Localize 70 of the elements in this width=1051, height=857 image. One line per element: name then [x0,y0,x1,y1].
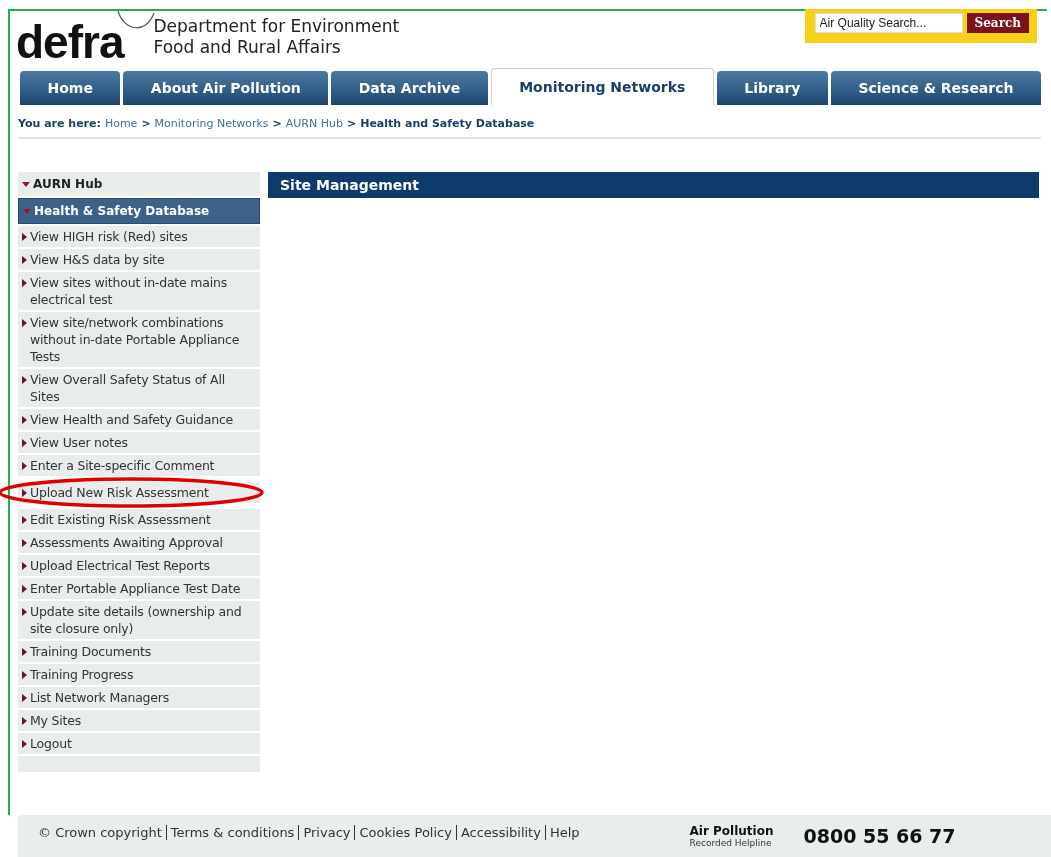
search-field[interactable]: Air Quality Search... [814,13,963,33]
sidebar-link[interactable]: Assessments Awaiting Approval [18,532,260,553]
caret-icon [22,585,27,593]
caret-icon [22,319,27,327]
caret-icon [22,608,27,616]
caret-icon [22,416,27,424]
sidebar-link[interactable]: My Sites [18,710,260,731]
nav-tab[interactable]: Home [20,71,121,105]
breadcrumb-separator: > [346,117,357,130]
sidebar-link[interactable]: List Network Managers [18,687,260,708]
footer-link[interactable]: Privacy [298,824,355,840]
sidebar-link[interactable]: View HIGH risk (Red) sites [18,226,260,247]
sidebar-link[interactable]: View sites without in-date mains electrical test [18,272,260,310]
sidebar-link[interactable]: Enter Portable Appliance Test Date [18,578,260,599]
breadcrumb-separator: > [141,117,151,130]
footer-link[interactable]: Terms & conditions [165,824,299,840]
footer-link[interactable]: Help [544,824,584,840]
sidebar-link[interactable]: Upload Electrical Test Reports [18,555,260,576]
breadcrumb-current: Health and Safety Database [360,117,535,130]
organisation-name: Department for Environment [153,16,400,37]
helpline-title: Air Pollution [689,824,774,838]
caret-icon [22,233,27,241]
caret-icon [22,489,27,497]
footer-link[interactable]: © Crown copyright [34,824,166,840]
breadcrumb-link[interactable]: AURN Hub [285,117,343,130]
section-heading: Site Management [268,172,1039,198]
nav-tab[interactable]: About Air Pollution [123,71,329,105]
caret-icon [22,539,27,547]
sidebar-link[interactable]: View site/network combinations without in-date Portable Appliance Tests [18,312,260,367]
caret-icon [22,439,27,447]
sidebar-link[interactable]: Edit Existing Risk Assessment [18,509,260,530]
sidebar-link[interactable]: View User notes [18,432,260,453]
caret-icon [22,376,27,384]
helpline-subtitle: Recorded Helpline [689,838,773,848]
caret-icon [22,256,27,264]
sidebar-section[interactable]: AURN Hub [18,172,260,196]
footer-link[interactable]: Accessibility [455,824,545,840]
nav-tab[interactable]: Library [716,71,828,105]
breadcrumb-link[interactable]: Home [104,117,138,130]
sidebar-link[interactable]: View Overall Safety Status of All Sites [18,369,260,407]
caret-icon [22,462,27,470]
caret-icon [22,694,27,702]
caret-icon [22,648,27,656]
breadcrumb-link[interactable]: Monitoring Networks [154,117,269,130]
logo[interactable]: defra [16,16,124,68]
search-button[interactable]: Search [966,13,1029,33]
sidebar-link[interactable]: View Health and Safety Guidance [18,409,260,430]
caret-icon [22,279,27,287]
sidebar-link[interactable]: Training Progress [18,664,260,685]
caret-icon [23,207,31,215]
organisation-name: Food and Rural Affairs [153,37,342,58]
caret-icon [22,562,27,570]
caret-icon [22,180,30,188]
sidebar-link[interactable]: Enter a Site-specific Comment [18,455,260,476]
nav-tab[interactable]: Monitoring Networks [490,68,714,105]
breadcrumb-separator: > [272,117,282,130]
footer-link[interactable]: Cookies Policy [354,824,456,840]
sidebar-link[interactable]: Logout [18,733,260,754]
nav-tab[interactable]: Data Archive [331,71,488,105]
nav-tab[interactable]: Science & Research [830,71,1041,105]
helpline-phone: 0800 55 66 77 [803,825,956,847]
sidebar-section[interactable]: Health & Safety Database [18,198,260,224]
breadcrumb-label: You are here: [18,117,101,130]
caret-icon [22,671,27,679]
caret-icon [22,717,27,725]
sidebar-link[interactable]: View H&S data by site [18,249,260,270]
sidebar-link[interactable]: Update site details (ownership and site closure only) [18,601,260,639]
caret-icon [22,740,27,748]
caret-icon [22,516,27,524]
sidebar-link[interactable]: Training Documents [18,641,260,662]
